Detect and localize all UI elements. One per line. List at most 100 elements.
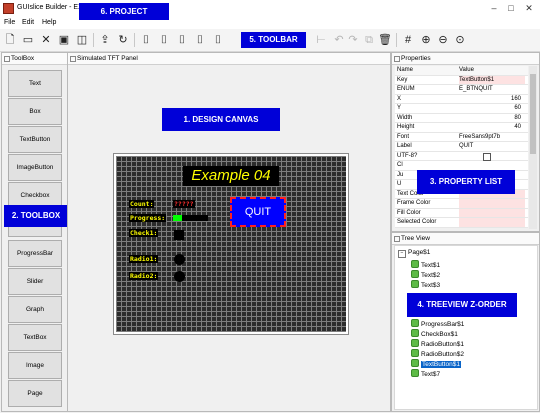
refresh-icon[interactable]: ↻ [116, 33, 130, 47]
cut-icon: ⊢ [316, 34, 326, 46]
toolbox-textbox-button[interactable]: TextBox [8, 324, 62, 351]
property-row[interactable]: Label QUIT [395, 142, 528, 152]
simulated-tft-panel: Simulated TFT Panel 1. DESIGN CANVAS Exa… [67, 52, 391, 412]
treeview-callout: 4. TREEVIEW Z-ORDER [407, 293, 517, 317]
leaf-icon [411, 280, 419, 288]
tree-item[interactable]: Text$3 [411, 280, 440, 289]
tree-item[interactable]: Text$2 [411, 270, 440, 279]
scrollbar-thumb[interactable] [530, 74, 536, 154]
panel-pin-icon [4, 56, 10, 62]
zoom-out-icon[interactable]: ⊖ [436, 33, 450, 47]
menu-edit[interactable]: Edit [22, 19, 34, 26]
grid-icon[interactable]: # [401, 33, 415, 47]
menu-help[interactable]: Help [42, 19, 56, 26]
copy-icon: ⧉ [365, 34, 373, 46]
property-header-name: Name [397, 67, 414, 73]
property-row[interactable]: Height 40 [395, 123, 528, 133]
tree-view-title: Tree View [392, 233, 539, 245]
property-row[interactable]: UTF-8? [395, 151, 528, 161]
leaf-icon [411, 369, 419, 377]
toolbox-text-button[interactable]: Text [8, 70, 62, 97]
design-canvas[interactable]: Example 04 Count: ????? Progress: Check1… [113, 153, 349, 335]
close-button[interactable]: ✕ [521, 2, 537, 14]
save-icon[interactable]: ▣ [57, 33, 71, 47]
align-top-icon[interactable]: ⌷ [157, 33, 171, 47]
align-center-icon[interactable]: ⌷ [211, 33, 225, 47]
minimize-button[interactable]: – [486, 2, 502, 14]
property-header-row: Name Value [395, 66, 528, 76]
toolbar-callout: 5. TOOLBAR [241, 32, 306, 48]
toolbox-image-button[interactable]: Image [8, 352, 62, 379]
align-right-icon[interactable]: ⌷ [193, 33, 207, 47]
toolbar: 🗋 ▭ ✕ ▣ ◫ ⇪ ↻ ⌷ ⌷ ⌷ ⌷ ⌷ 5. TOOLBAR ⊢ ↶ ↷… [0, 29, 540, 52]
tree-item-page[interactable]: − Page$1 [398, 249, 430, 258]
canvas-progress-bar[interactable] [173, 215, 208, 221]
canvas-grid: Example 04 Count: ????? Progress: Check1… [116, 156, 346, 332]
align-left-icon[interactable]: ⌷ [139, 33, 153, 47]
leaf-icon [411, 359, 419, 367]
property-table: Name Value Key TextButton$1 ENUM E_BTNQUIT… [395, 66, 528, 228]
redo-icon: ↷ [348, 34, 358, 46]
canvas-quit-button[interactable]: QUIT [230, 197, 286, 227]
canvas-label-count[interactable]: Count: [129, 200, 155, 208]
properties-scrollbar[interactable] [529, 66, 537, 229]
canvas-radio2[interactable] [174, 271, 185, 282]
zoom-in-icon[interactable]: ⊕ [419, 33, 433, 47]
canvas-title-text[interactable]: Example 04 [183, 166, 279, 186]
toolbox-progressbar-button[interactable]: ProgressBar [8, 240, 62, 267]
delete-icon[interactable]: 🗑 [378, 33, 392, 47]
code-gen-icon[interactable]: ⇪ [98, 33, 112, 47]
tree-item-selected[interactable]: TextButton$1 [411, 359, 461, 368]
properties-panel: Properties Name Value Key TextButton$1 EN… [391, 52, 540, 232]
property-row[interactable]: Key TextButton$1 [395, 75, 528, 85]
zoom-reset-icon[interactable]: ⊙ [453, 33, 467, 47]
canvas-label-radio1[interactable]: Radio1: [129, 255, 159, 263]
utf8-checkbox[interactable] [483, 152, 491, 161]
save-as-icon[interactable]: ◫ [75, 33, 89, 47]
leaf-icon [411, 339, 419, 347]
collapse-icon[interactable]: − [398, 250, 406, 258]
canvas-label-check1[interactable]: Check1: [129, 229, 159, 237]
tree-item[interactable]: RadioButton$1 [411, 339, 464, 348]
tree-item[interactable]: Text$7 [411, 369, 440, 378]
canvas-label-progress[interactable]: Progress: [129, 214, 167, 222]
property-row[interactable]: Y 60 [395, 104, 528, 114]
sim-panel-title: Simulated TFT Panel [68, 53, 390, 65]
close-project-icon[interactable]: ✕ [39, 33, 53, 47]
property-row[interactable]: Fill Color [395, 208, 528, 218]
canvas-count-value[interactable]: ????? [173, 200, 195, 208]
canvas-checkbox[interactable] [174, 230, 184, 240]
toolbox-graph-button[interactable]: Graph [8, 296, 62, 323]
toolbox-title: ToolBox [2, 53, 67, 65]
toolbox-box-button[interactable]: Box [8, 98, 62, 125]
toolbox-imagebutton-button[interactable]: ImageButton [8, 154, 62, 181]
property-row[interactable]: Selected Color [395, 218, 528, 228]
toolbar-separator [134, 33, 135, 47]
canvas-radio1[interactable] [174, 254, 185, 265]
toolbox-page-button[interactable]: Page [8, 380, 62, 407]
leaf-icon [411, 349, 419, 357]
toolbox-slider-button[interactable]: Slider [8, 268, 62, 295]
tree-item[interactable]: RadioButton$2 [411, 349, 464, 358]
property-header-value: Value [459, 67, 474, 73]
maximize-button[interactable]: □ [503, 2, 519, 14]
new-file-icon[interactable]: 🗋 [3, 33, 17, 47]
tree-item[interactable]: CheckBox$1 [411, 329, 458, 338]
menu-file[interactable]: File [4, 19, 15, 26]
property-row[interactable]: Font FreeSans9pt7b [395, 132, 528, 142]
property-row[interactable]: Frame Color [395, 199, 528, 209]
tree-item[interactable]: Text$1 [411, 260, 440, 269]
panel-pin-icon [70, 56, 76, 62]
properties-title: Properties [392, 53, 539, 65]
leaf-icon [411, 319, 419, 327]
toolbox-panel: ToolBox Text Box TextButton ImageButton … [1, 52, 68, 412]
tree-item[interactable]: ProgressBar$1 [411, 319, 464, 328]
align-bottom-icon[interactable]: ⌷ [175, 33, 189, 47]
property-row[interactable]: ENUM E_BTNQUIT [395, 85, 528, 95]
property-row[interactable]: X 160 [395, 94, 528, 104]
property-row[interactable]: Width 80 [395, 113, 528, 123]
leaf-icon [411, 329, 419, 337]
canvas-label-radio2[interactable]: Radio2: [129, 272, 159, 280]
toolbox-textbutton-button[interactable]: TextButton [8, 126, 62, 153]
open-folder-icon[interactable]: ▭ [21, 33, 35, 47]
